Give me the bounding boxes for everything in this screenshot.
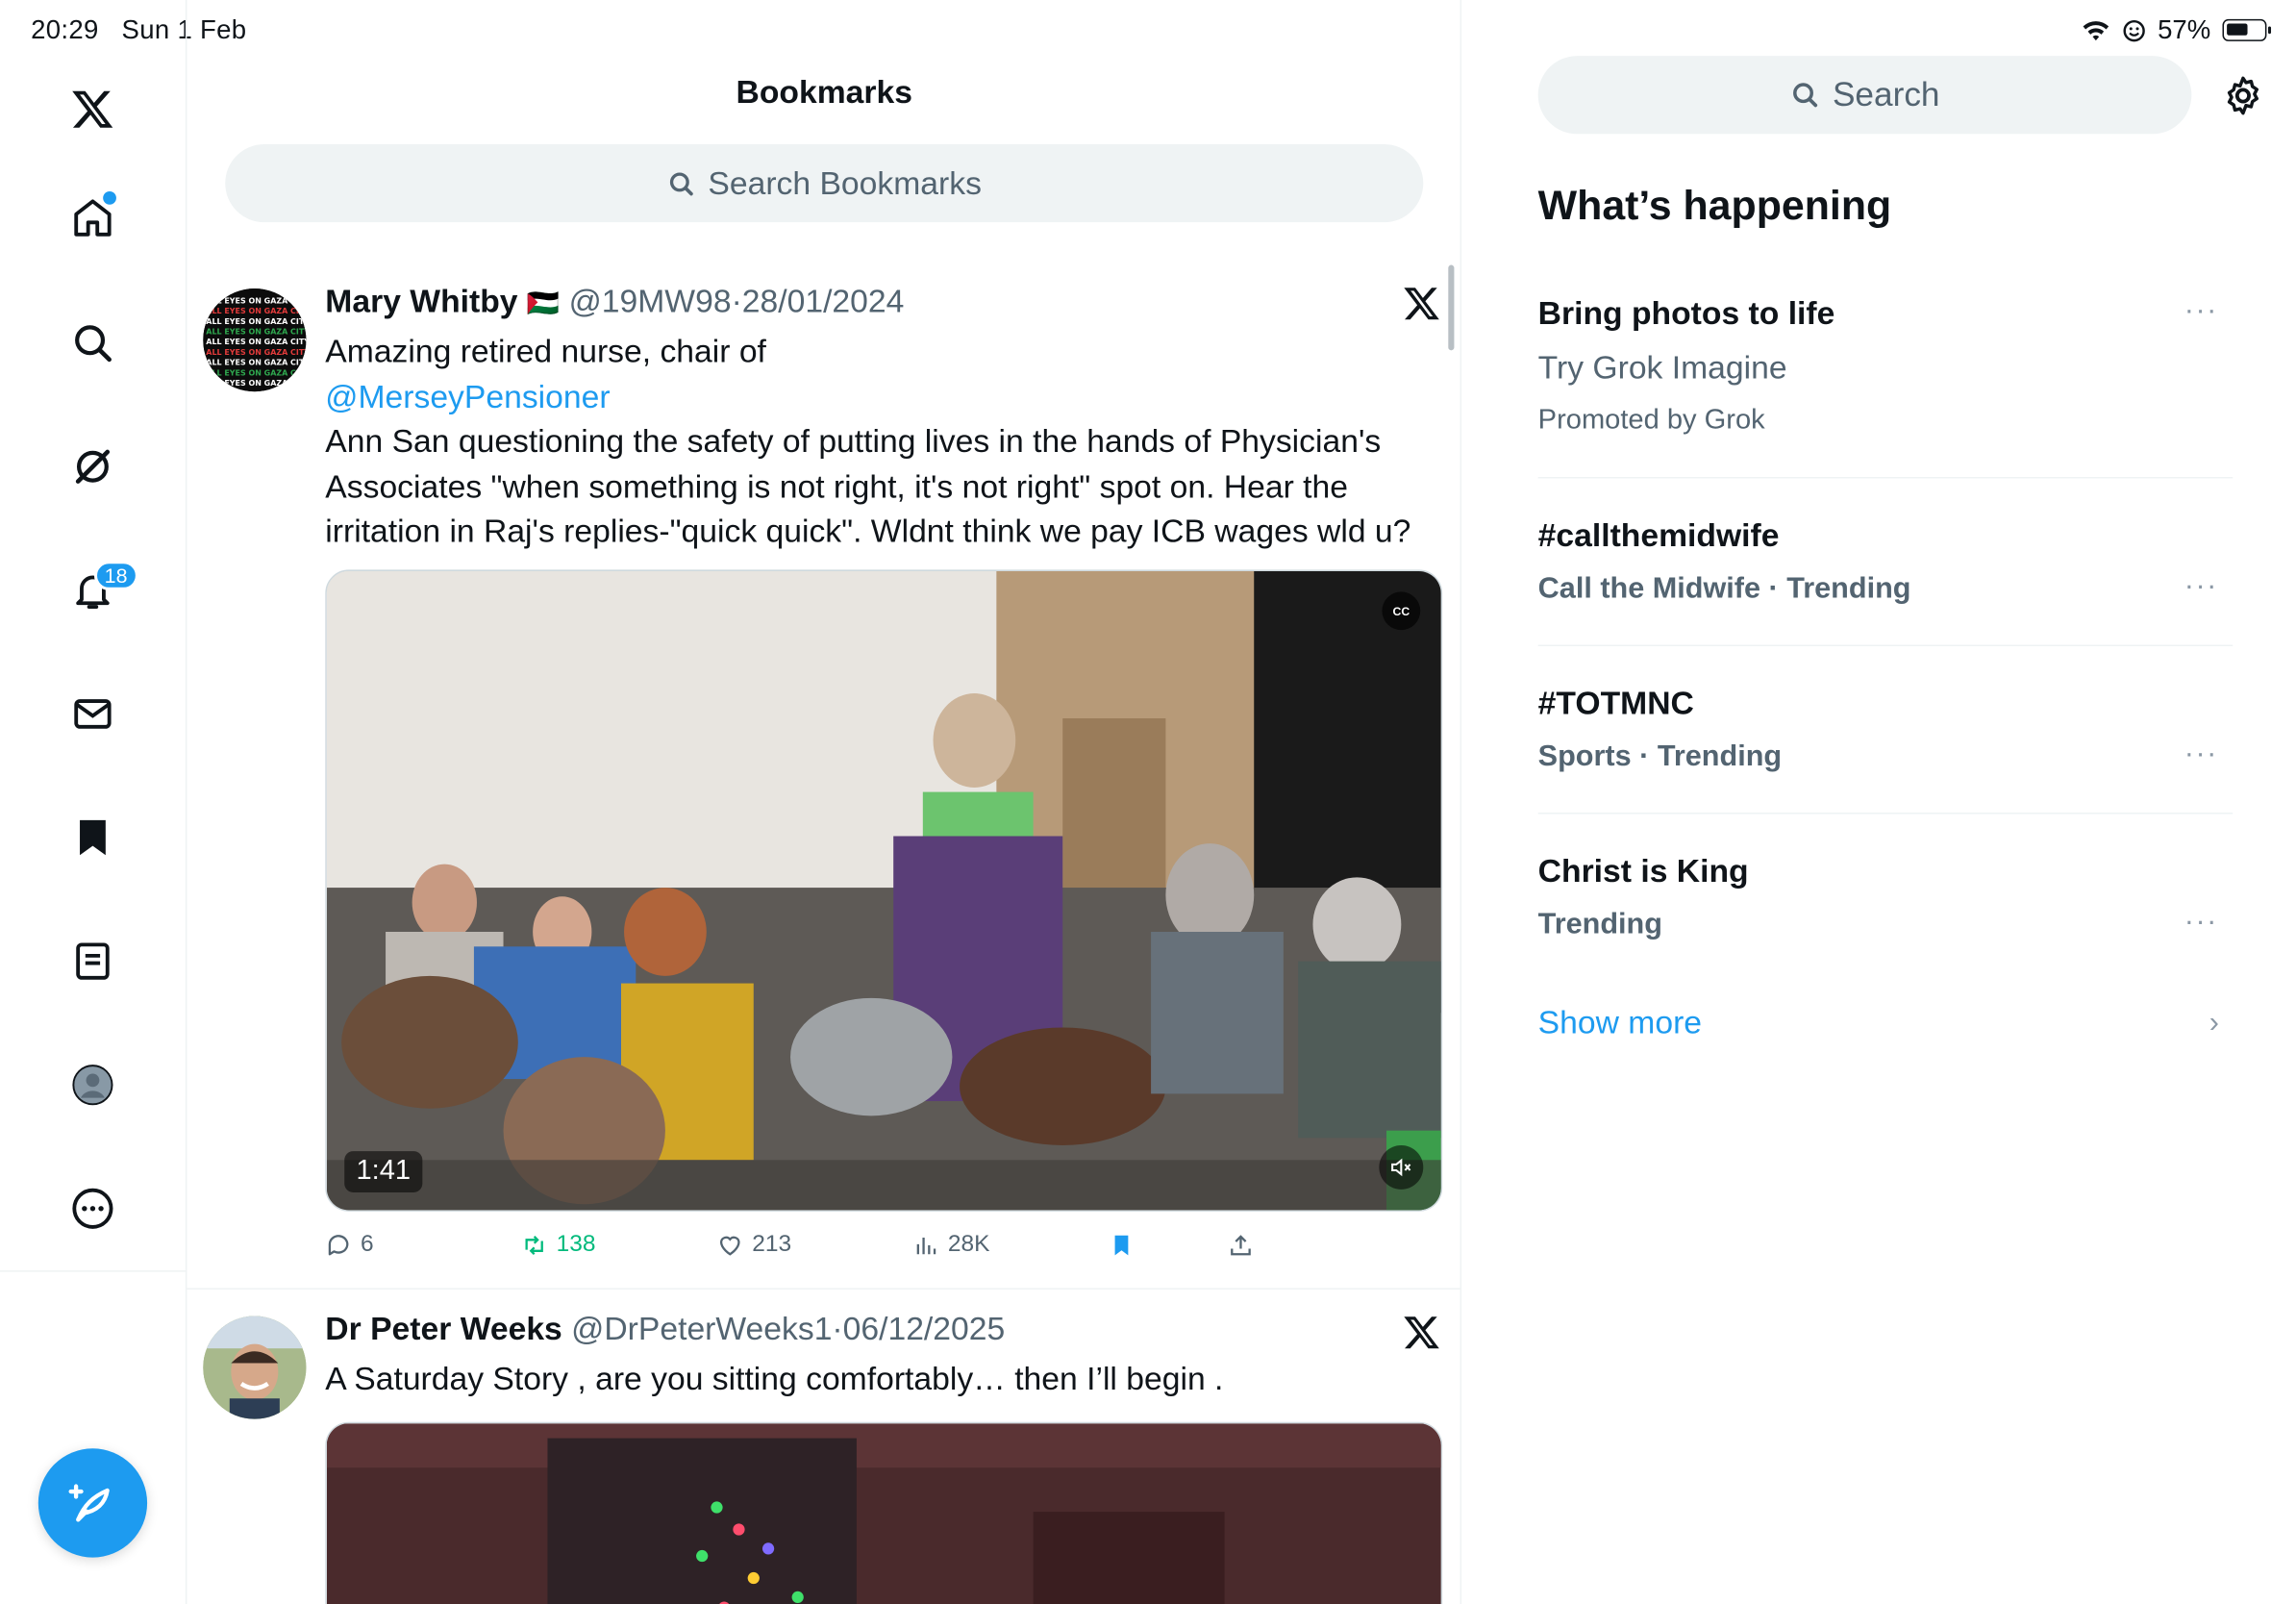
tweet-text: A Saturday Story , are you sitting comfo… bbox=[325, 1360, 1224, 1397]
tweet[interactable]: ALL EYES ON GAZA CITY ALL EYES ON GAZA C… bbox=[187, 265, 1460, 1290]
speaker-muted-icon bbox=[1391, 1158, 1411, 1177]
svg-text:ALL EYES ON GAZA CITY: ALL EYES ON GAZA CITY bbox=[206, 296, 306, 305]
trend-promoted: Promoted by Grok bbox=[1537, 404, 1765, 437]
notifications-badge: 18 bbox=[93, 561, 138, 590]
more-options-icon[interactable]: ··· bbox=[2184, 569, 2218, 603]
trend-item[interactable]: Christ is King Trending ··· bbox=[1538, 815, 2234, 983]
show-more-link[interactable]: Show more bbox=[1538, 1004, 1702, 1042]
x-logo-icon[interactable] bbox=[1403, 1313, 1441, 1351]
author-name[interactable]: Dr Peter Weeks bbox=[325, 1310, 562, 1346]
trend-item[interactable]: #callthemidwife Call the Midwife · Trend… bbox=[1537, 479, 2234, 647]
more-options-icon[interactable]: ··· bbox=[2184, 738, 2218, 771]
tweet-actions: 6 138 213 28K bbox=[325, 1232, 1326, 1267]
heart-icon bbox=[719, 1236, 740, 1256]
share-icon bbox=[1231, 1235, 1251, 1256]
flag-emoji: 🇵🇸 bbox=[526, 288, 561, 318]
author-handle[interactable]: @19MW98 bbox=[569, 283, 732, 319]
mention-link[interactable]: @MerseyPensioner bbox=[325, 375, 1443, 420]
video-thumbnail bbox=[326, 1423, 1441, 1604]
tweet-header: Dr Peter Weeks @DrPeterWeeks1·06/12/2025 bbox=[325, 1310, 1006, 1347]
svg-text:ALL EYES ON GAZA CITY: ALL EYES ON GAZA CITY bbox=[206, 338, 306, 346]
tweet[interactable]: Dr Peter Weeks @DrPeterWeeks1·06/12/2025… bbox=[187, 1291, 1460, 1604]
trend-title: Bring photos to life bbox=[1537, 294, 1835, 332]
search-bookmarks-input[interactable]: Search Bookmarks bbox=[225, 144, 1424, 223]
video-player[interactable] bbox=[325, 1421, 1443, 1604]
trend-title: #callthemidwife bbox=[1537, 516, 1780, 554]
compose-post-button[interactable] bbox=[37, 1448, 148, 1558]
trend-meta: Trending bbox=[1537, 908, 1662, 941]
retweet-button[interactable]: 138 bbox=[521, 1232, 596, 1259]
bookmark-button[interactable] bbox=[1109, 1232, 1136, 1259]
retweet-icon bbox=[525, 1236, 543, 1256]
gear-icon[interactable] bbox=[2221, 74, 2265, 118]
search-input[interactable]: Search bbox=[1537, 56, 2192, 135]
video-duration: 1:41 bbox=[344, 1151, 423, 1192]
avatar[interactable]: ALL EYES ON GAZA CITY ALL EYES ON GAZA C… bbox=[203, 288, 307, 392]
tweet-date[interactable]: 06/12/2025 bbox=[843, 1310, 1006, 1346]
tweet-date[interactable]: 28/01/2024 bbox=[742, 283, 905, 319]
closed-captions-button[interactable]: CC bbox=[1382, 591, 1421, 631]
bookmark-filled-icon bbox=[1114, 1235, 1129, 1256]
home-unread-dot bbox=[103, 191, 116, 205]
x-logo-icon[interactable] bbox=[61, 77, 125, 141]
svg-text:ALL EYES ON GAZA CITY: ALL EYES ON GAZA CITY bbox=[206, 348, 306, 357]
page-title: Bookmarks bbox=[736, 73, 912, 111]
like-count: 213 bbox=[752, 1232, 792, 1258]
search-icon bbox=[1793, 83, 1818, 108]
compose-quill-icon bbox=[68, 1484, 110, 1522]
left-nav: 18 bbox=[0, 0, 187, 1604]
nav-divider bbox=[0, 1270, 187, 1272]
explore-search-icon[interactable] bbox=[61, 311, 125, 375]
trend-item[interactable]: #TOTMNC Sports · Trending ··· bbox=[1537, 646, 2234, 815]
tweet-text: Amazing retired nurse, chair of @MerseyP… bbox=[325, 330, 1443, 554]
video-player[interactable]: CC 1:41 bbox=[325, 569, 1443, 1212]
view-count: 28K bbox=[947, 1232, 990, 1258]
like-button[interactable]: 213 bbox=[716, 1232, 791, 1259]
search-bookmarks-placeholder: Search Bookmarks bbox=[708, 163, 982, 201]
messages-envelope-icon[interactable] bbox=[61, 682, 125, 746]
more-options-icon[interactable]: ··· bbox=[2184, 294, 2218, 328]
tweet-header: Mary Whitby 🇵🇸 @19MW98·28/01/2024 bbox=[325, 282, 905, 320]
video-thumbnail bbox=[326, 570, 1441, 1211]
trend-subtitle: Try Grok Imagine bbox=[1537, 348, 1787, 387]
trend-title: Christ is King bbox=[1537, 852, 1749, 890]
retweet-count: 138 bbox=[556, 1232, 596, 1258]
author-handle[interactable]: @DrPeterWeeks1 bbox=[571, 1310, 832, 1346]
bookmarks-icon[interactable] bbox=[61, 805, 125, 869]
profile-avatar-icon[interactable] bbox=[61, 1053, 125, 1117]
more-options-icon[interactable] bbox=[61, 1176, 125, 1241]
search-icon bbox=[669, 171, 693, 195]
more-options-icon[interactable]: ··· bbox=[2184, 905, 2218, 939]
mute-toggle[interactable] bbox=[1379, 1144, 1424, 1190]
x-logo-icon[interactable] bbox=[1403, 284, 1441, 322]
lists-icon[interactable] bbox=[61, 929, 125, 993]
avatar[interactable] bbox=[203, 1316, 307, 1419]
whats-happening-title: What’s happening bbox=[1537, 182, 1892, 229]
right-sidebar: Search What’s happening Bring photos to … bbox=[1461, 0, 2296, 1604]
reply-button[interactable]: 6 bbox=[325, 1232, 374, 1259]
svg-text:ALL EYES ON GAZA CITY: ALL EYES ON GAZA CITY bbox=[206, 379, 306, 388]
svg-text:ALL EYES ON GAZA CITY: ALL EYES ON GAZA CITY bbox=[206, 359, 306, 367]
trend-item[interactable]: Bring photos to life Try Grok Imagine Pr… bbox=[1537, 280, 2234, 479]
reply-count: 6 bbox=[361, 1232, 374, 1258]
views-button[interactable]: 28K bbox=[912, 1232, 989, 1259]
search-placeholder: Search bbox=[1832, 75, 1940, 113]
trend-meta: Sports · Trending bbox=[1537, 739, 1783, 773]
trend-meta: Call the Midwife · Trending bbox=[1537, 572, 1911, 606]
author-name[interactable]: Mary Whitby bbox=[325, 283, 517, 319]
chevron-right-icon: › bbox=[2209, 1007, 2219, 1040]
bookmarks-timeline: Bookmarks Search Bookmarks ALL EYES ON G… bbox=[187, 0, 1462, 1604]
trend-title: #TOTMNC bbox=[1537, 684, 1694, 722]
svg-text:ALL EYES ON GAZA CITY: ALL EYES ON GAZA CITY bbox=[206, 368, 306, 377]
svg-text:ALL EYES ON GAZA CITY: ALL EYES ON GAZA CITY bbox=[206, 317, 306, 326]
share-button[interactable] bbox=[1228, 1232, 1255, 1259]
svg-text:ALL EYES ON GAZA CITY: ALL EYES ON GAZA CITY bbox=[206, 327, 306, 336]
grok-icon[interactable] bbox=[61, 435, 125, 499]
views-chart-icon bbox=[916, 1238, 936, 1255]
svg-text:ALL EYES ON GAZA CITY: ALL EYES ON GAZA CITY bbox=[206, 307, 306, 315]
reply-icon bbox=[328, 1235, 349, 1256]
